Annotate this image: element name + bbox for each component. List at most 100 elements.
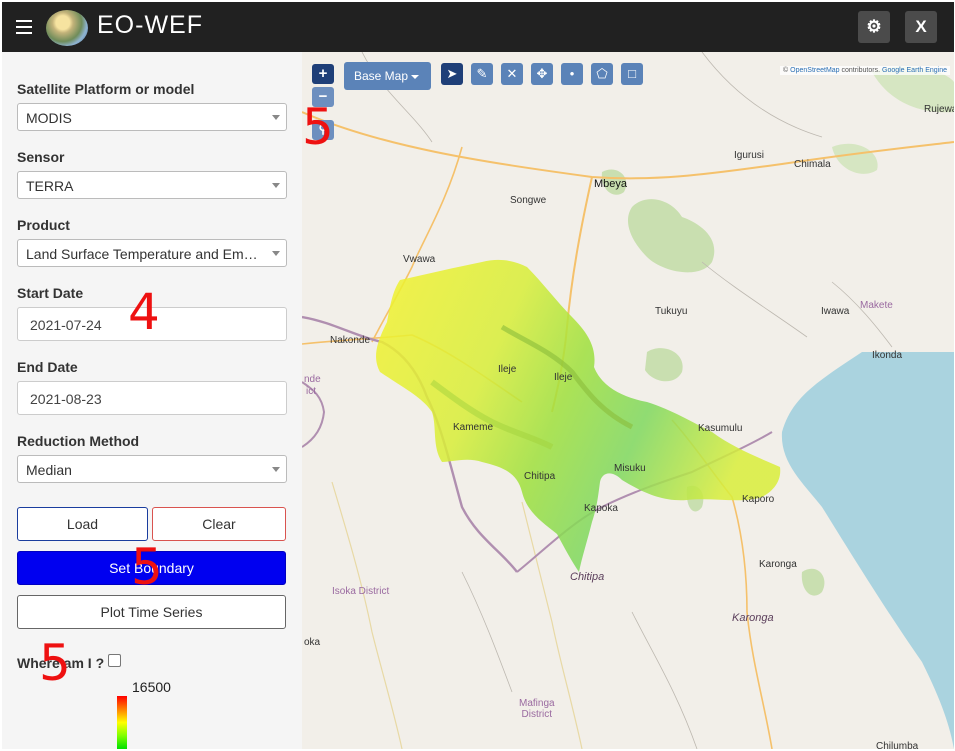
product-select[interactable]: Land Surface Temperature and Emissivity … (17, 239, 287, 267)
chevron-down-icon (272, 251, 280, 256)
chevron-down-icon (272, 467, 280, 472)
gee-link[interactable]: Google Earth Engine (882, 67, 947, 74)
app-logo (46, 10, 88, 46)
plot-time-series-button[interactable]: Plot Time Series (17, 595, 286, 629)
map-label-kameme: Kameme (453, 422, 494, 433)
map-label-rujewa: Rujewa (924, 104, 954, 115)
map-label-chilumba: Chilumba (876, 741, 919, 749)
lake (781, 352, 954, 749)
minor-road (701, 52, 823, 138)
road (331, 481, 403, 749)
forest-area (832, 143, 878, 174)
end-date-input[interactable]: 2021-08-23 (17, 381, 287, 415)
legend-max-value: 16500 (132, 679, 171, 695)
zoom-in-button[interactable]: + (312, 64, 334, 84)
chevron-down-icon (272, 115, 280, 120)
forest-area (645, 348, 683, 382)
map-label-songwe: Songwe (510, 195, 547, 206)
rectangle-tool-button[interactable]: □ (621, 63, 643, 85)
map-label-kaporo: Kaporo (742, 494, 775, 505)
point-tool-button[interactable]: • (561, 63, 583, 85)
map-label-chitipa: Chitipa (524, 471, 556, 482)
square-icon: □ (628, 66, 636, 81)
select-tool-button[interactable]: ➤ (441, 63, 463, 85)
platform-select-value: MODIS (26, 110, 72, 126)
chevron-down-icon (411, 74, 420, 79)
attribution-mid: contributors. (839, 67, 882, 74)
reduction-select-value: Median (26, 462, 72, 478)
annotation-number: 5 (131, 538, 163, 596)
map-attribution: © OpenStreetMap contributors. Google Ear… (780, 66, 950, 75)
sensor-label: Sensor (17, 149, 65, 165)
app-title: EO-WEF (97, 11, 203, 39)
clear-button[interactable]: Clear (152, 507, 286, 541)
platform-select[interactable]: MODIS (17, 103, 287, 131)
map-label-ikonda: Ikonda (872, 350, 903, 361)
top-bar: EO-WEF ⚙ X (2, 2, 954, 52)
map-label-misuku: Misuku (614, 463, 646, 474)
minor-road (701, 261, 808, 338)
delete-tool-button[interactable]: ✕ (501, 63, 523, 85)
map-label-karonga: Karonga (759, 559, 797, 570)
map-label-tukuyu: Tukuyu (655, 306, 688, 317)
forest-area (801, 568, 825, 596)
draw-tool-button[interactable]: ✎ (471, 63, 493, 85)
chevron-down-icon (272, 183, 280, 188)
polygon-tool-button[interactable]: ⬠ (591, 63, 613, 85)
pencil-icon: ✎ (476, 66, 488, 81)
map-label-ileje: Ileje (498, 364, 517, 375)
map-view[interactable]: Mbeya Igurusi Chimala Rujewa Songwe Vwaw… (302, 52, 954, 749)
map-label-vwawa: Vwawa (403, 254, 436, 265)
map-label-mafinga-district: Mafinga District (519, 698, 555, 720)
map-label-chitipa-district: Chitipa (570, 571, 605, 583)
minor-road (631, 611, 698, 749)
osm-link[interactable]: OpenStreetMap (790, 67, 839, 74)
map-label-igurusi: Igurusi (734, 150, 765, 161)
map-label-makete: Makete (860, 300, 893, 311)
product-select-value: Land Surface Temperature and Emissivity … (26, 246, 286, 262)
load-button[interactable]: Load (17, 507, 148, 541)
annotation-number: 5 (39, 634, 71, 692)
map-label-iwawa: Iwawa (821, 306, 850, 317)
where-am-i-checkbox[interactable] (108, 654, 121, 667)
end-date-label: End Date (17, 359, 78, 375)
map-label-partial-oka: oka (304, 637, 321, 648)
map-label-partial-ict: ict (306, 386, 316, 397)
reduction-label: Reduction Method (17, 433, 140, 449)
settings-button[interactable]: ⚙ (858, 11, 890, 43)
platform-label: Satellite Platform or model (17, 81, 195, 97)
map-label-nakonde: Nakonde (330, 335, 371, 346)
lst-overlay (376, 259, 781, 572)
map-label-partial-nde: nde (304, 374, 321, 385)
map-canvas (302, 52, 954, 749)
map-label-karonga-district: Karonga (732, 612, 774, 624)
product-label: Product (17, 217, 70, 233)
menu-icon[interactable] (16, 20, 32, 34)
map-label-chimala: Chimala (794, 159, 831, 170)
move-tool-button[interactable]: ✥ (531, 63, 553, 85)
sensor-select[interactable]: TERRA (17, 171, 287, 199)
cursor-icon: ➤ (446, 66, 458, 81)
close-icon: ✕ (506, 66, 518, 81)
map-label-kapoka: Kapoka (584, 503, 618, 514)
move-icon: ✥ (536, 66, 548, 81)
map-label-ileje-2: Ileje (554, 372, 573, 383)
base-map-label: Base Map (354, 69, 409, 83)
annotation-number: 4 (128, 283, 160, 341)
reduction-select[interactable]: Median (17, 455, 287, 483)
app-window: EO-WEF ⚙ X Satellite Platform or model M… (2, 2, 954, 749)
map-label-mbeya: Mbeya (594, 178, 628, 190)
close-button[interactable]: X (905, 11, 937, 43)
annotation-number: 5 (302, 98, 334, 156)
forest-area (627, 199, 715, 273)
minor-road (461, 571, 513, 693)
point-icon: • (569, 66, 575, 81)
map-label-kasumulu: Kasumulu (698, 423, 743, 434)
gear-icon: ⚙ (866, 17, 882, 36)
map-label-isoka-district: Isoka District (332, 586, 390, 597)
polygon-icon: ⬠ (596, 66, 608, 81)
start-date-label: Start Date (17, 285, 84, 301)
sensor-select-value: TERRA (26, 178, 74, 194)
base-map-dropdown[interactable]: Base Map (344, 62, 431, 90)
legend-color-ramp (117, 696, 127, 749)
